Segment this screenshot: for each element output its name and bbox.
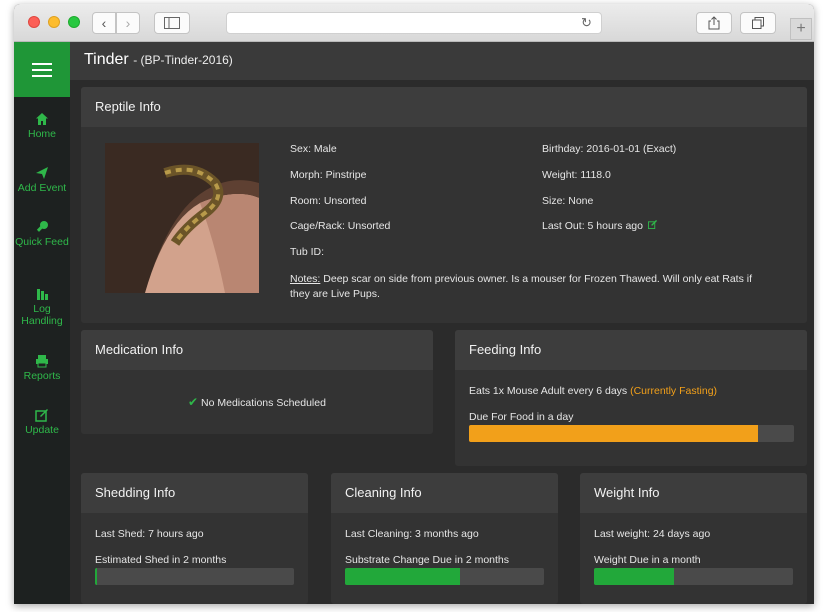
new-tab-button[interactable]: + [790, 18, 812, 40]
sidebar-item-label: Home [27, 128, 56, 140]
sidebar-toggle-button[interactable] [154, 12, 190, 34]
last-cleaning: Last Cleaning: 3 months ago [345, 528, 479, 540]
size-field: Size: None [542, 195, 594, 207]
cleaning-info-panel: Cleaning Info Last Cleaning: 3 months ag… [331, 473, 558, 604]
sidebar-item-home[interactable]: Home [14, 112, 70, 140]
cage-field: Cage/Rack: Unsorted [290, 220, 391, 232]
reptile-info-panel: Reptile Info Sex: Male Morph: Pinstripe … [81, 87, 807, 323]
feeding-info-panel: Feeding Info Eats 1x Mouse Adult every 6… [455, 330, 807, 466]
last-shed: Last Shed: 7 hours ago [95, 528, 204, 540]
share-icon [708, 16, 720, 30]
medication-status: ✔ No Medications Scheduled [81, 395, 433, 409]
sidebar-item-quick-feed[interactable]: Quick Feed [14, 220, 70, 248]
tabs-overview-button[interactable] [740, 12, 776, 34]
chevron-left-icon: ‹ [101, 15, 107, 31]
address-bar[interactable]: ↻ [226, 12, 602, 34]
last-out-field: Last Out: 5 hours ago [542, 219, 657, 232]
weight-due-label: Weight Due in a month [594, 554, 701, 566]
room-field: Room: Unsorted [290, 195, 367, 207]
cleaning-progress-bar [345, 568, 544, 585]
panel-title: Medication Info [81, 330, 433, 370]
sidebar-item-label: Log Handling [21, 303, 63, 327]
morph-field: Morph: Pinstripe [290, 169, 367, 181]
sidebar-icon [164, 17, 180, 29]
forward-button[interactable]: › [116, 12, 140, 34]
home-icon [36, 113, 48, 125]
feeding-schedule: Eats 1x Mouse Adult every 6 days (Curren… [469, 385, 717, 397]
menu-toggle-button[interactable] [14, 42, 70, 97]
feeding-progress-fill [469, 425, 759, 442]
check-icon: ✔ [188, 395, 199, 409]
sidebar: Home Add Event Quick Feed Log Handling R… [14, 42, 70, 604]
last-weight: Last weight: 24 days ago [594, 528, 711, 540]
edit-icon[interactable] [647, 219, 657, 229]
browser-toolbar: ‹ › ↻ + [14, 4, 814, 42]
shedding-info-panel: Shedding Info Last Shed: 7 hours ago Est… [81, 473, 308, 604]
page-title: Tinder - (BP-Tinder-2016) [84, 51, 233, 69]
send-icon [36, 167, 48, 179]
cleaning-progress-fill [345, 568, 461, 585]
weight-progress-bar [594, 568, 793, 585]
reload-icon[interactable]: ↻ [581, 16, 595, 30]
sidebar-item-label: Reports [23, 370, 61, 382]
sidebar-item-add-event[interactable]: Add Event [14, 166, 70, 194]
weight-progress-fill [594, 568, 674, 585]
chevron-right-icon: › [125, 15, 131, 31]
main-content: Reptile Info Sex: Male Morph: Pinstripe … [70, 80, 814, 604]
back-button[interactable]: ‹ [92, 12, 116, 34]
sidebar-item-label: Add Event [17, 182, 67, 194]
last-out-text: Last Out: 5 hours ago [542, 220, 643, 232]
edit-icon [35, 409, 48, 422]
panel-title: Feeding Info [455, 330, 807, 370]
sidebar-item-reports[interactable]: Reports [14, 354, 70, 382]
log-icon [37, 289, 48, 300]
sidebar-item-label: Quick Feed [15, 236, 69, 248]
fasting-status: (Currently Fasting) [630, 385, 718, 397]
shed-due-label: Estimated Shed in 2 months [95, 554, 227, 566]
notes-field: Notes: Deep scar on side from previous o… [290, 272, 770, 302]
shedding-progress-bar [95, 568, 294, 585]
medication-status-text: No Medications Scheduled [201, 397, 326, 409]
hamburger-line [32, 74, 52, 77]
feed-icon [36, 221, 48, 232]
sidebar-item-update[interactable]: Update [14, 408, 70, 436]
reptile-id: - (BP-Tinder-2016) [133, 53, 233, 67]
shedding-progress-fill [95, 568, 97, 585]
medication-info-panel: Medication Info ✔ No Medications Schedul… [81, 330, 433, 434]
hamburger-line [32, 68, 52, 71]
panel-title: Reptile Info [81, 87, 807, 127]
minimize-window-button[interactable] [48, 16, 60, 28]
notes-text: Deep scar on side from previous owner. I… [290, 273, 753, 300]
sidebar-item-log-handling[interactable]: Log Handling [14, 287, 70, 327]
maximize-window-button[interactable] [68, 16, 80, 28]
tub-id-field: Tub ID: [290, 246, 325, 258]
panel-title: Weight Info [580, 473, 807, 513]
plus-icon: + [796, 20, 806, 37]
birthday-field: Birthday: 2016-01-01 (Exact) [542, 143, 677, 155]
weight-info-panel: Weight Info Last weight: 24 days ago Wei… [580, 473, 807, 604]
panel-title: Cleaning Info [331, 473, 558, 513]
cleaning-due-label: Substrate Change Due in 2 months [345, 554, 510, 566]
feeding-progress-bar [469, 425, 794, 442]
close-window-button[interactable] [28, 16, 40, 28]
feeding-due-label: Due For Food in a day [469, 411, 574, 423]
weight-field: Weight: 1118.0 [542, 169, 611, 181]
page-header: Tinder - (BP-Tinder-2016) [70, 42, 814, 80]
reptile-photo [105, 143, 259, 293]
hamburger-line [32, 62, 52, 65]
printer-icon [36, 355, 48, 368]
reptile-name: Tinder [84, 51, 129, 68]
browser-window: ‹ › ↻ + Home Add Event Quick Feed Log Ha… [14, 4, 814, 604]
tabs-icon [752, 17, 764, 29]
share-button[interactable] [696, 12, 732, 34]
feeding-schedule-text: Eats 1x Mouse Adult every 6 days [469, 385, 628, 397]
panel-title: Shedding Info [81, 473, 308, 513]
sex-field: Sex: Male [290, 143, 337, 155]
notes-label: Notes: [290, 273, 321, 285]
sidebar-item-label: Update [25, 424, 59, 436]
